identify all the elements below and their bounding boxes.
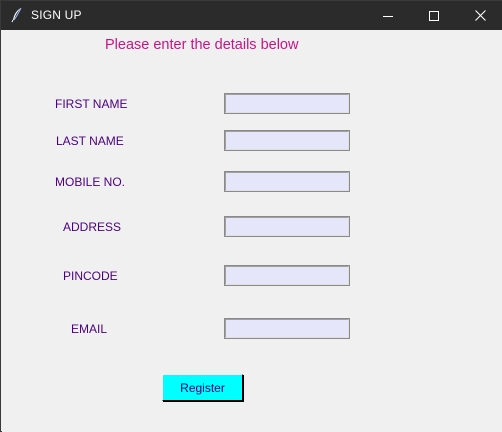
maximize-icon [429,10,439,21]
close-icon [474,10,486,21]
signup-window: SIGN UP Please enter the details below F… [0,0,502,432]
feather-icon [10,7,24,23]
title-bar[interactable]: SIGN UP [1,1,502,30]
address-label: ADDRESS [63,220,122,234]
form-heading: Please enter the details below [105,37,299,53]
address-field[interactable] [224,216,350,237]
register-button[interactable]: Register [162,374,243,401]
minimize-button[interactable] [365,1,411,30]
pincode-label: PINCODE [63,269,118,283]
maximize-button[interactable] [411,1,457,30]
last-name-field[interactable] [224,130,350,151]
first-name-label: FIRST NAME [55,97,128,111]
email-field[interactable] [224,318,350,339]
minimize-icon [383,15,393,17]
first-name-field[interactable] [224,93,350,114]
close-button[interactable] [457,1,502,30]
mobile-no-field[interactable] [224,171,350,192]
email-label: EMAIL [71,322,108,336]
pincode-field[interactable] [224,265,350,286]
window-title: SIGN UP [31,8,82,22]
form-area: Please enter the details below FIRST NAM… [2,30,502,432]
mobile-no-label: MOBILE NO. [55,175,126,189]
last-name-label: LAST NAME [56,134,124,148]
